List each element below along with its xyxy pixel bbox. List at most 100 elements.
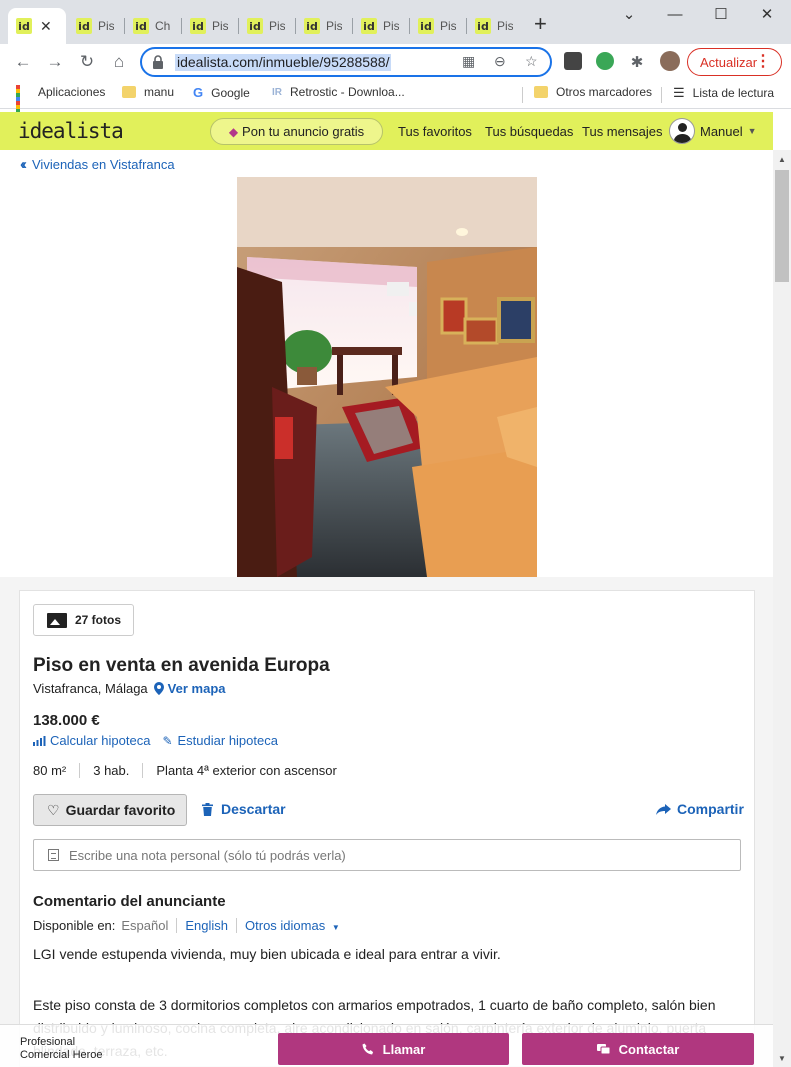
- scroll-up-icon[interactable]: ▲: [773, 150, 791, 168]
- reading-list-icon: ☰: [673, 85, 685, 100]
- feature-area: 80 m²: [33, 763, 67, 778]
- tab-9[interactable]: id Pis: [467, 8, 523, 44]
- scroll-down-icon[interactable]: ▼: [773, 1049, 791, 1067]
- tab-search-chevron-icon[interactable]: ⌄: [609, 4, 649, 26]
- advertiser-comment-title: Comentario del anunciante: [33, 893, 226, 910]
- minimize-icon[interactable]: —: [655, 4, 695, 26]
- map-link[interactable]: Ver mapa: [153, 681, 226, 696]
- tab-title: Pis: [440, 19, 456, 33]
- bookmark-manu[interactable]: manu: [122, 85, 174, 99]
- bookmark-apps[interactable]: Aplicaciones: [16, 85, 106, 121]
- contact-button[interactable]: Contactar: [522, 1033, 754, 1065]
- scrollbar-thumb[interactable]: [775, 170, 789, 282]
- zoom-icon[interactable]: ⊖: [494, 53, 506, 70]
- idealista-logo[interactable]: idealista: [18, 119, 124, 143]
- bookmark-otros[interactable]: Otros marcadores: [534, 85, 652, 99]
- profile-avatar[interactable]: [660, 51, 680, 71]
- bookmark-star-icon[interactable]: ☆: [525, 53, 538, 70]
- idealista-favicon-icon: id: [76, 18, 92, 34]
- folder-icon: [122, 86, 136, 98]
- update-button[interactable]: Actualizar ⋮: [687, 48, 782, 76]
- url-text[interactable]: idealista.com/inmueble/95288588/: [175, 54, 392, 71]
- bookmark-label: Retrostic - Downloa...: [290, 85, 405, 99]
- tab-6[interactable]: id Pis: [296, 8, 352, 44]
- discard-label: Descartar: [221, 801, 286, 817]
- tab-3[interactable]: id Ch: [125, 8, 181, 44]
- lang-english[interactable]: English: [176, 918, 236, 933]
- extension-icon[interactable]: [564, 52, 582, 70]
- forward-icon[interactable]: →: [43, 50, 67, 74]
- close-tab-icon[interactable]: ✕: [40, 18, 52, 35]
- reload-icon[interactable]: ↻: [75, 50, 99, 74]
- study-mortgage-link[interactable]: ✎ Estudiar hipoteca: [162, 733, 278, 748]
- tab-title: Pis: [497, 19, 513, 33]
- user-menu[interactable]: Manuel ▼: [669, 118, 757, 144]
- tab-5[interactable]: id Pis: [239, 8, 295, 44]
- feature-floor: Planta 4ª exterior con ascensor: [142, 763, 349, 778]
- maximize-icon[interactable]: ☐: [701, 4, 741, 26]
- searches-link[interactable]: Tus búsquedas: [485, 124, 573, 139]
- lang-spanish: Español: [121, 918, 169, 933]
- user-name: Manuel: [700, 123, 743, 139]
- tab-active[interactable]: id ✕: [8, 8, 66, 44]
- calc-mortgage-link[interactable]: Calcular hipoteca: [33, 733, 150, 748]
- bookmark-label: Google: [211, 85, 250, 100]
- bookmark-label: Aplicaciones: [38, 85, 106, 99]
- tab-4[interactable]: id Pis: [182, 8, 238, 44]
- personal-note-input[interactable]: Escribe una nota personal (sólo tú podrá…: [33, 839, 741, 871]
- apps-grid-icon: [16, 85, 30, 121]
- bookmark-label: Lista de lectura: [692, 86, 775, 100]
- browser-toolbar: ← → ↻ ⌂ idealista.com/inmueble/95288588/…: [0, 44, 791, 79]
- favorites-link[interactable]: Tus favoritos: [398, 124, 472, 139]
- bookmark-separator: [522, 87, 523, 103]
- address-bar[interactable]: idealista.com/inmueble/95288588/ ▦ ⊖ ☆: [140, 47, 552, 77]
- idealista-favicon-icon: id: [304, 18, 320, 34]
- discard-button[interactable]: Descartar: [202, 801, 286, 817]
- call-label: Llamar: [382, 1041, 426, 1057]
- bookmark-retrostic[interactable]: IR Retrostic - Downloa...: [272, 85, 405, 99]
- puzzle-extensions-icon[interactable]: ✱: [625, 50, 649, 74]
- idealista-favicon-icon: id: [418, 18, 434, 34]
- save-favorite-button[interactable]: ♡ Guardar favorito: [33, 794, 187, 826]
- call-button[interactable]: Llamar: [278, 1033, 509, 1065]
- home-icon[interactable]: ⌂: [107, 50, 131, 74]
- extension-icon[interactable]: [596, 52, 614, 70]
- listing-features: 80 m² 3 hab. Planta 4ª exterior con asce…: [33, 763, 350, 778]
- folder-icon: [534, 86, 548, 98]
- map-pin-icon: [153, 682, 164, 695]
- bookmark-google[interactable]: G Google: [193, 85, 250, 100]
- image-icon: [47, 612, 67, 628]
- tab-8[interactable]: id Pis: [410, 8, 466, 44]
- back-icon[interactable]: ←: [11, 50, 35, 74]
- heart-icon: ♡: [47, 801, 60, 818]
- bookmark-label: Otros marcadores: [556, 85, 653, 99]
- post-ad-button[interactable]: ◆ Pon tu anuncio gratis: [210, 118, 383, 145]
- tab-title: Pis: [326, 19, 342, 33]
- study-mortgage-label: Estudiar hipoteca: [177, 733, 278, 748]
- breadcrumb[interactable]: ‹‹ Viviendas en Vistafranca: [20, 156, 175, 173]
- messages-link[interactable]: Tus mensajes: [582, 124, 662, 139]
- tab-strip: id ✕ id Pis id Ch id Pis id Pis id Pis id Pis …: [0, 0, 791, 44]
- photos-button[interactable]: 27 fotos: [33, 604, 134, 636]
- close-window-icon[interactable]: ✕: [747, 4, 787, 26]
- qr-code-icon[interactable]: ▦: [462, 53, 475, 70]
- idealista-favicon-icon: id: [475, 18, 491, 34]
- tab-title: Pis: [383, 19, 399, 33]
- living-room-photo: [237, 177, 537, 577]
- tab-7[interactable]: id Pis: [353, 8, 409, 44]
- advertiser-info: Profesional Comercial Heroe: [20, 1036, 103, 1062]
- tab-2[interactable]: id Pis: [68, 8, 124, 44]
- lock-icon: [153, 55, 163, 69]
- trash-icon: [202, 802, 213, 816]
- new-tab-icon[interactable]: +: [534, 12, 547, 36]
- listing-main-photo[interactable]: [237, 177, 537, 577]
- tab-title: Ch: [155, 19, 171, 33]
- scrollbar-track[interactable]: [773, 150, 791, 1067]
- listing-price: 138.000 €: [33, 712, 100, 729]
- share-button[interactable]: Compartir: [656, 801, 744, 817]
- lang-other[interactable]: Otros idiomas ▼: [236, 918, 348, 933]
- reading-list[interactable]: ☰ Lista de lectura: [673, 85, 774, 101]
- note-placeholder: Escribe una nota personal (sólo tú podrá…: [69, 847, 346, 863]
- update-label: Actualizar: [700, 54, 758, 70]
- language-selector: Disponible en: Español English Otros idi…: [33, 918, 348, 933]
